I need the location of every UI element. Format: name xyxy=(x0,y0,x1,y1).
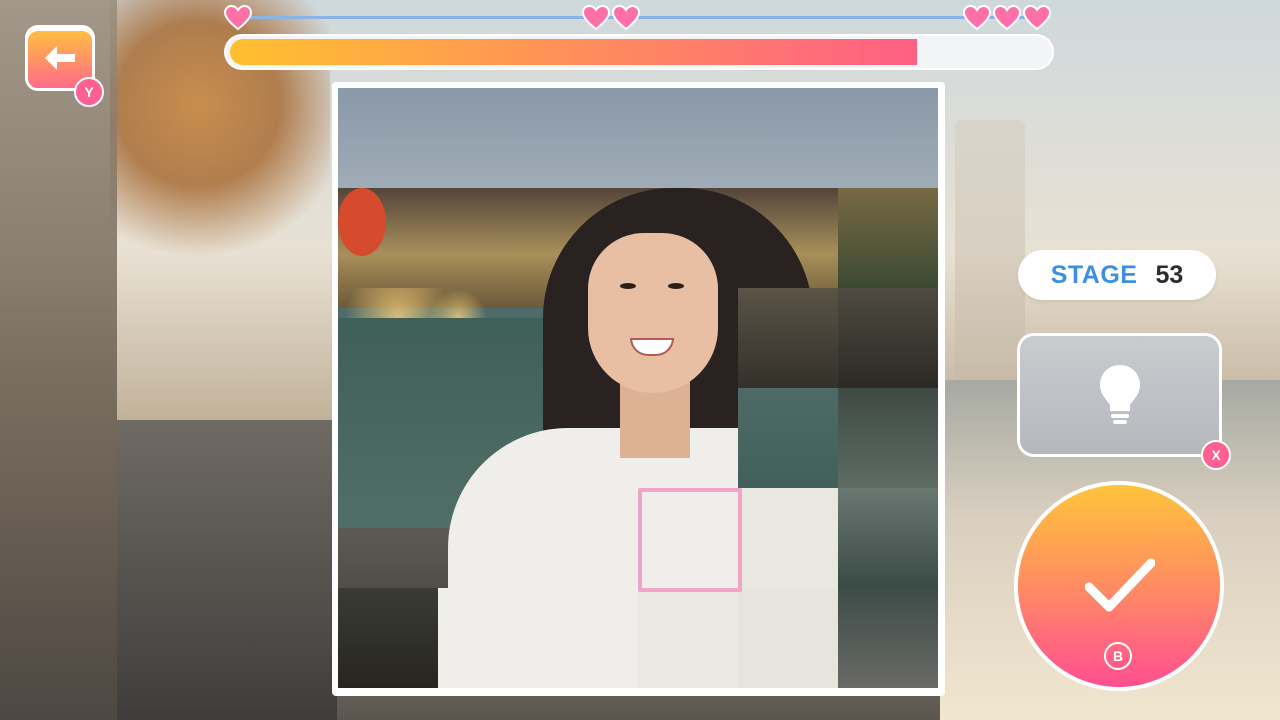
heart-icon xyxy=(223,4,253,31)
confirm-button-badge: B xyxy=(1104,642,1132,670)
photo-face xyxy=(588,233,718,393)
hint-button[interactable] xyxy=(1020,336,1219,454)
puzzle-tile[interactable] xyxy=(438,588,538,688)
puzzle-tile[interactable] xyxy=(738,288,838,388)
milestone-track xyxy=(240,16,1040,19)
puzzle-tile[interactable] xyxy=(338,588,438,688)
puzzle-tile[interactable] xyxy=(638,588,738,688)
heart-icon xyxy=(1022,4,1052,31)
background-walkway xyxy=(117,420,337,720)
back-button-badge: Y xyxy=(74,77,104,107)
heart-icon xyxy=(611,4,641,31)
puzzle-tile[interactable] xyxy=(838,388,938,488)
stage-number: 53 xyxy=(1155,260,1184,289)
check-icon xyxy=(1085,558,1155,612)
heart-icon xyxy=(962,4,992,31)
puzzle-image[interactable] xyxy=(338,88,938,688)
puzzle-tile[interactable] xyxy=(838,288,938,388)
puzzle-tile[interactable] xyxy=(738,588,838,688)
puzzle-tile[interactable] xyxy=(838,488,938,588)
heart-icon xyxy=(581,4,611,31)
puzzle-tile[interactable] xyxy=(838,588,938,688)
heart-icon xyxy=(992,4,1022,31)
photo-eye-right xyxy=(668,283,684,289)
puzzle-tile[interactable] xyxy=(738,388,838,488)
stage-label: STAGE xyxy=(1050,260,1138,289)
puzzle-tile[interactable] xyxy=(838,188,938,288)
photo-eye-left xyxy=(620,283,636,289)
lightbulb-icon xyxy=(1099,365,1140,424)
progress-bar xyxy=(226,36,1052,68)
progress-fill xyxy=(230,39,917,65)
arrow-left-icon xyxy=(45,46,75,70)
puzzle-tile[interactable] xyxy=(738,488,838,588)
photo-lantern xyxy=(338,188,386,256)
background-left-panel xyxy=(0,0,117,720)
hint-button-badge: X xyxy=(1201,440,1231,470)
background-tower xyxy=(955,120,1025,380)
tile-selection-cursor[interactable] xyxy=(638,488,742,592)
stage-indicator: STAGE 53 xyxy=(1018,250,1216,300)
